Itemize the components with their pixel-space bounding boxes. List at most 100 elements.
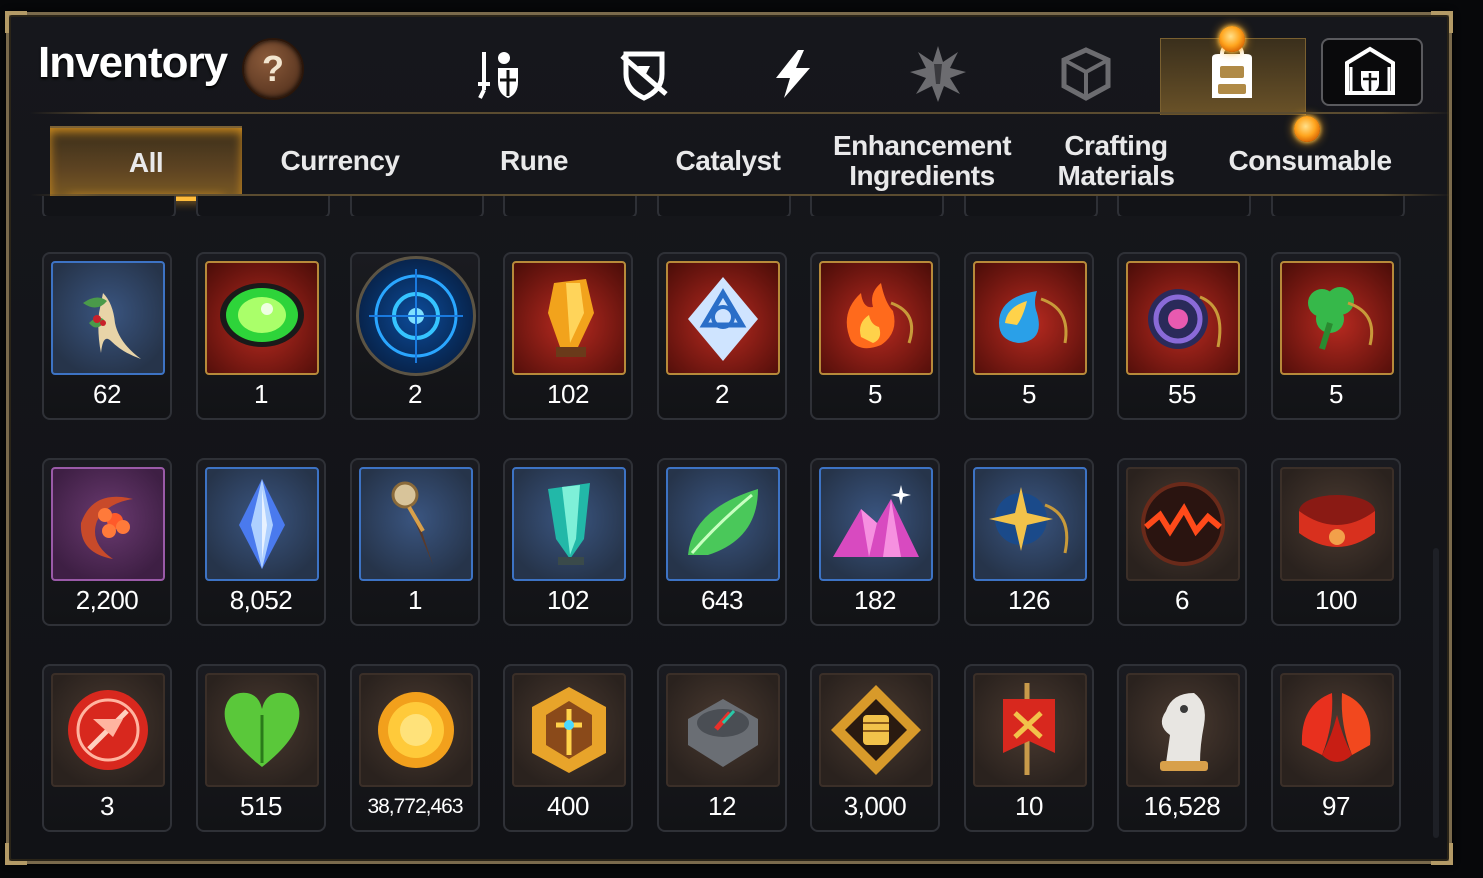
category-cube[interactable]	[1056, 44, 1116, 104]
green-leaf-icon	[666, 467, 780, 581]
blue-crystal-icon	[205, 467, 319, 581]
category-burst[interactable]	[908, 44, 968, 104]
item-count: 126	[1008, 585, 1050, 615]
burst-icon	[910, 46, 966, 102]
gold-hex-emblem-icon	[512, 673, 626, 787]
item-slot[interactable]: 2	[657, 252, 787, 420]
item-slot[interactable]: 5	[1271, 252, 1401, 420]
item-slot[interactable]: 100	[1271, 458, 1401, 626]
item-count: 5	[1022, 379, 1036, 409]
item-slot[interactable]: 97	[1271, 664, 1401, 832]
item-count: 10	[1015, 791, 1043, 821]
item-slot[interactable]	[964, 196, 1098, 216]
item-slot[interactable]: 102	[503, 458, 633, 626]
item-slot[interactable]	[1117, 196, 1251, 216]
compass-pendulum-icon	[359, 467, 473, 581]
item-slot[interactable]: 6	[1117, 458, 1247, 626]
item-count: 62	[93, 379, 121, 409]
water-pendant-icon	[973, 261, 1087, 375]
item-count: 643	[701, 585, 743, 615]
tab-catalyst[interactable]: Catalyst	[632, 126, 824, 196]
item-count: 3,000	[843, 791, 907, 821]
item-slot[interactable]	[42, 196, 176, 216]
backpack-icon	[1212, 44, 1252, 98]
item-slot[interactable]: 16,528	[1117, 664, 1247, 832]
tab-enhancement-ingredients[interactable]: Enhancement Ingredients	[826, 126, 1018, 196]
crescent-flower-icon	[51, 467, 165, 581]
item-count: 97	[1322, 791, 1350, 821]
blue-rune-orb-icon	[356, 256, 476, 376]
item-slot[interactable]: 62	[42, 252, 172, 420]
knight-shield-icon	[478, 52, 518, 99]
tab-label: Consumable	[1228, 145, 1392, 176]
item-count: 1	[254, 379, 268, 409]
item-slot[interactable]: 515	[196, 664, 326, 832]
item-count: 12	[708, 791, 736, 821]
broken-shield-icon	[620, 51, 668, 101]
tab-consumable[interactable]: Consumable	[1214, 126, 1406, 196]
scrollbar[interactable]	[1433, 548, 1439, 838]
fist-emblem-icon	[819, 673, 933, 787]
item-slot[interactable]	[810, 196, 944, 216]
red-bracelet-icon	[1280, 467, 1394, 581]
tab-label: Currency	[280, 145, 400, 176]
item-slot[interactable]: 3,000	[810, 664, 940, 832]
tab-crafting-materials[interactable]: Crafting Materials	[1020, 126, 1212, 196]
item-count: 2	[408, 379, 422, 409]
item-count: 182	[854, 585, 896, 615]
item-slot[interactable]: 1	[350, 458, 480, 626]
item-slot[interactable]: 12	[657, 664, 787, 832]
frame-corner	[5, 11, 27, 33]
gold-sun-coin-icon	[359, 673, 473, 787]
item-slot[interactable]: 5	[964, 252, 1094, 420]
star-pendant-icon	[973, 467, 1087, 581]
lava-orb-icon	[1126, 467, 1240, 581]
notification-orb	[1219, 26, 1245, 52]
item-slot[interactable]: 2	[350, 252, 480, 420]
tab-all[interactable]: All	[50, 126, 242, 201]
teal-crystal-icon	[512, 467, 626, 581]
header-divider	[30, 112, 1453, 114]
scrolled-row-partial	[0, 196, 1483, 216]
item-slot[interactable]	[196, 196, 330, 216]
cube-icon	[1061, 47, 1111, 101]
item-slot[interactable]	[657, 196, 791, 216]
frame-corner	[1431, 11, 1453, 33]
red-leaf-icon	[1280, 673, 1394, 787]
ginseng-root-icon	[51, 261, 165, 375]
item-slot[interactable]: 182	[810, 458, 940, 626]
category-fortress[interactable]	[1340, 42, 1400, 102]
category-broken-shield[interactable]	[614, 44, 674, 104]
item-count: 400	[547, 791, 589, 821]
chess-knight-icon	[1126, 673, 1240, 787]
category-backpack[interactable]	[1202, 44, 1262, 104]
help-button[interactable]: ?	[242, 38, 304, 100]
item-slot[interactable]: 400	[503, 664, 633, 832]
item-count: 102	[547, 585, 589, 615]
category-lightning[interactable]	[762, 44, 822, 104]
item-slot[interactable]: 10	[964, 664, 1094, 832]
item-slot[interactable]: 643	[657, 458, 787, 626]
item-slot[interactable]	[503, 196, 637, 216]
item-slot[interactable]: 38,772,463	[350, 664, 480, 832]
item-slot[interactable]: 5	[810, 252, 940, 420]
tab-currency[interactable]: Currency	[244, 126, 436, 196]
item-count: 55	[1168, 379, 1196, 409]
item-slot[interactable]: 2,200	[42, 458, 172, 626]
tab-rune[interactable]: Rune	[438, 126, 630, 196]
item-slot[interactable]	[1271, 196, 1405, 216]
item-count: 8,052	[229, 585, 293, 615]
category-knight-shield[interactable]	[468, 44, 528, 104]
item-slot[interactable]	[350, 196, 484, 216]
item-slot[interactable]: 126	[964, 458, 1094, 626]
item-count: 1	[408, 585, 422, 615]
item-slot[interactable]: 3	[42, 664, 172, 832]
item-slot[interactable]: 102	[503, 252, 633, 420]
clover-pendant-icon	[1280, 261, 1394, 375]
item-slot[interactable]: 55	[1117, 252, 1247, 420]
item-slot[interactable]: 1	[196, 252, 326, 420]
item-count: 2,200	[75, 585, 139, 615]
item-slot[interactable]: 8,052	[196, 458, 326, 626]
tab-label: Crafting Materials	[1057, 130, 1175, 191]
item-count: 6	[1175, 585, 1189, 615]
